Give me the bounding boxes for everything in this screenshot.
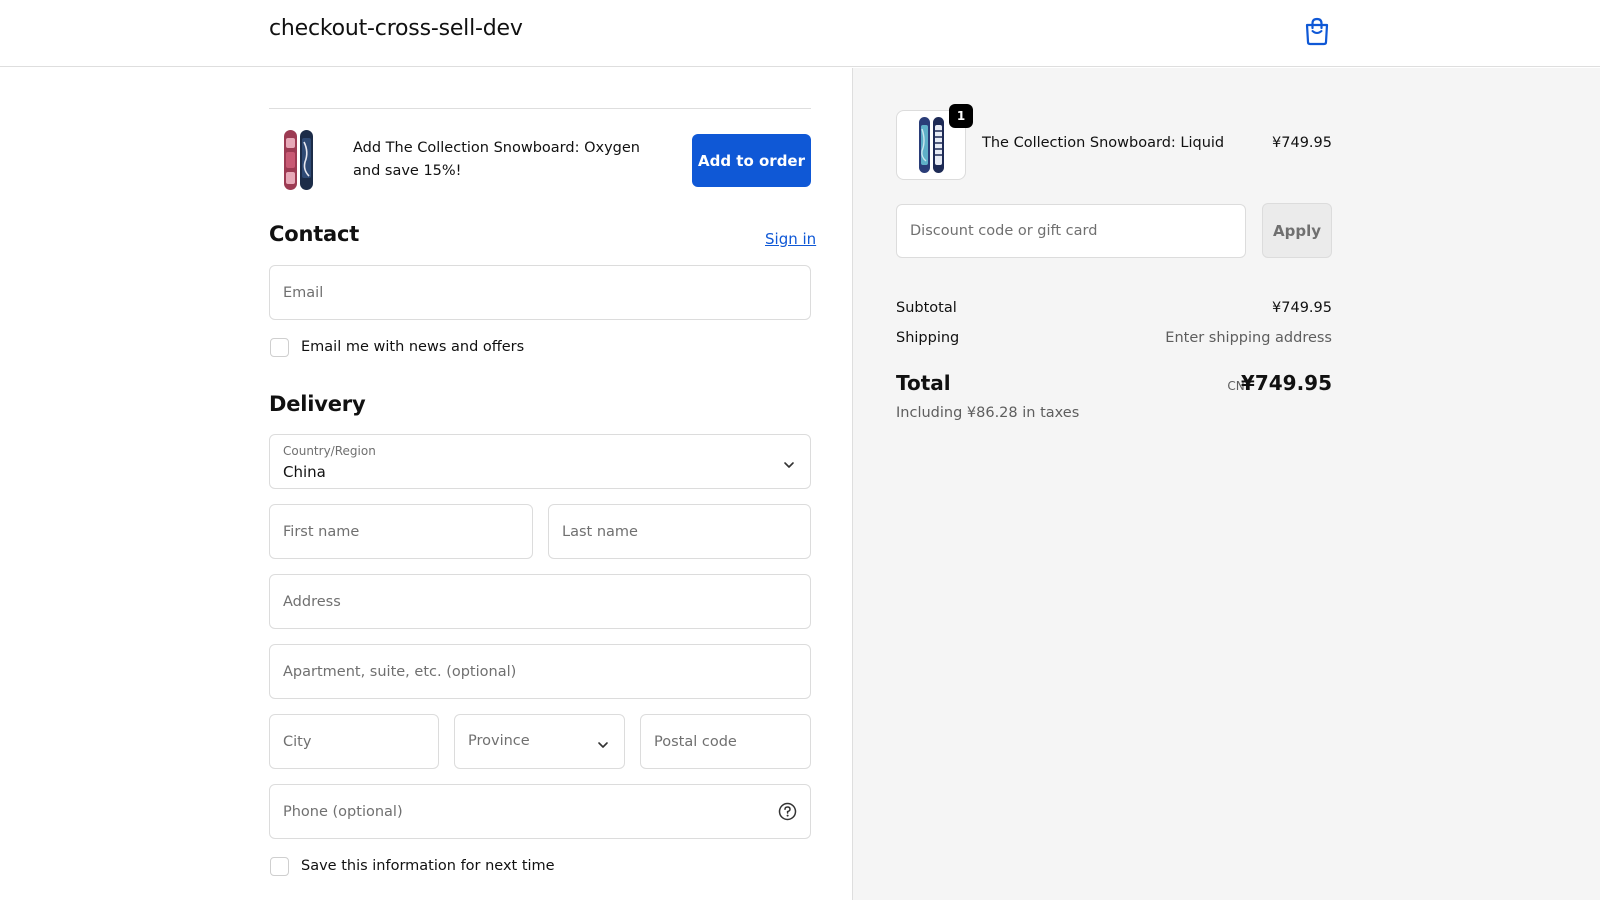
- discount-field[interactable]: [896, 204, 1246, 258]
- subtotal-label: Subtotal: [896, 300, 957, 316]
- discount-input[interactable]: [897, 205, 1245, 257]
- country-value: China: [283, 463, 326, 481]
- taxes-text: Including ¥86.28 in taxes: [896, 405, 1080, 421]
- add-to-order-button[interactable]: Add to order: [692, 134, 811, 187]
- contact-title: Contact: [269, 222, 360, 246]
- shipping-label: Shipping: [896, 330, 960, 346]
- delivery-title: Delivery: [269, 392, 366, 416]
- apartment-field[interactable]: [269, 644, 811, 699]
- save-info-checkbox[interactable]: [270, 856, 289, 876]
- email-input[interactable]: [270, 266, 810, 319]
- apartment-input[interactable]: [270, 645, 810, 698]
- checkout-header: checkout-cross-sell-dev: [0, 0, 1600, 67]
- apply-discount-button[interactable]: Apply: [1262, 203, 1332, 258]
- province-placeholder: Province: [468, 733, 530, 749]
- city-field[interactable]: [269, 714, 439, 769]
- store-name[interactable]: checkout-cross-sell-dev: [269, 16, 523, 41]
- shopping-bag-icon[interactable]: [1303, 16, 1331, 46]
- order-summary-panel: [852, 68, 1600, 900]
- newsletter-label: Email me with news and offers: [301, 339, 525, 355]
- total-label: Total: [896, 371, 951, 395]
- province-select[interactable]: Province: [454, 714, 625, 769]
- first-name-field[interactable]: [269, 504, 533, 559]
- address-field[interactable]: [269, 574, 811, 629]
- product-price: ¥749.95: [1272, 135, 1332, 151]
- save-info-checkbox-row[interactable]: Save this information for next time: [270, 855, 555, 877]
- upsell-text: Add The Collection Snowboard: Oxygen and…: [353, 140, 640, 179]
- chevron-down-icon: [783, 456, 795, 468]
- first-name-input[interactable]: [270, 505, 532, 558]
- last-name-input[interactable]: [549, 505, 810, 558]
- newsletter-checkbox[interactable]: [270, 337, 289, 357]
- upsell-offer: Add The Collection Snowboard: Oxygen and…: [269, 108, 811, 213]
- chevron-down-icon: [597, 736, 609, 748]
- last-name-field[interactable]: [548, 504, 811, 559]
- sign-in-link[interactable]: Sign in: [765, 230, 816, 248]
- postal-code-field[interactable]: [640, 714, 811, 769]
- product-name: The Collection Snowboard: Liquid: [982, 135, 1225, 151]
- snowboard-oxygen-image: [283, 128, 315, 192]
- newsletter-checkbox-row[interactable]: Email me with news and offers: [270, 336, 524, 358]
- total-value: ¥749.95: [1240, 371, 1332, 395]
- postal-code-input[interactable]: [641, 715, 810, 768]
- phone-input[interactable]: [270, 785, 810, 838]
- shipping-value: Enter shipping address: [1165, 330, 1332, 346]
- help-icon[interactable]: [778, 802, 797, 821]
- city-input[interactable]: [270, 715, 438, 768]
- country-label: Country/Region: [283, 444, 376, 458]
- address-input[interactable]: [270, 575, 810, 628]
- save-info-label: Save this information for next time: [301, 858, 555, 874]
- phone-field[interactable]: [269, 784, 811, 839]
- country-select[interactable]: Country/Region China: [269, 434, 811, 489]
- quantity-badge: 1: [949, 104, 973, 128]
- subtotal-value: ¥749.95: [1272, 300, 1332, 316]
- email-field[interactable]: [269, 265, 811, 320]
